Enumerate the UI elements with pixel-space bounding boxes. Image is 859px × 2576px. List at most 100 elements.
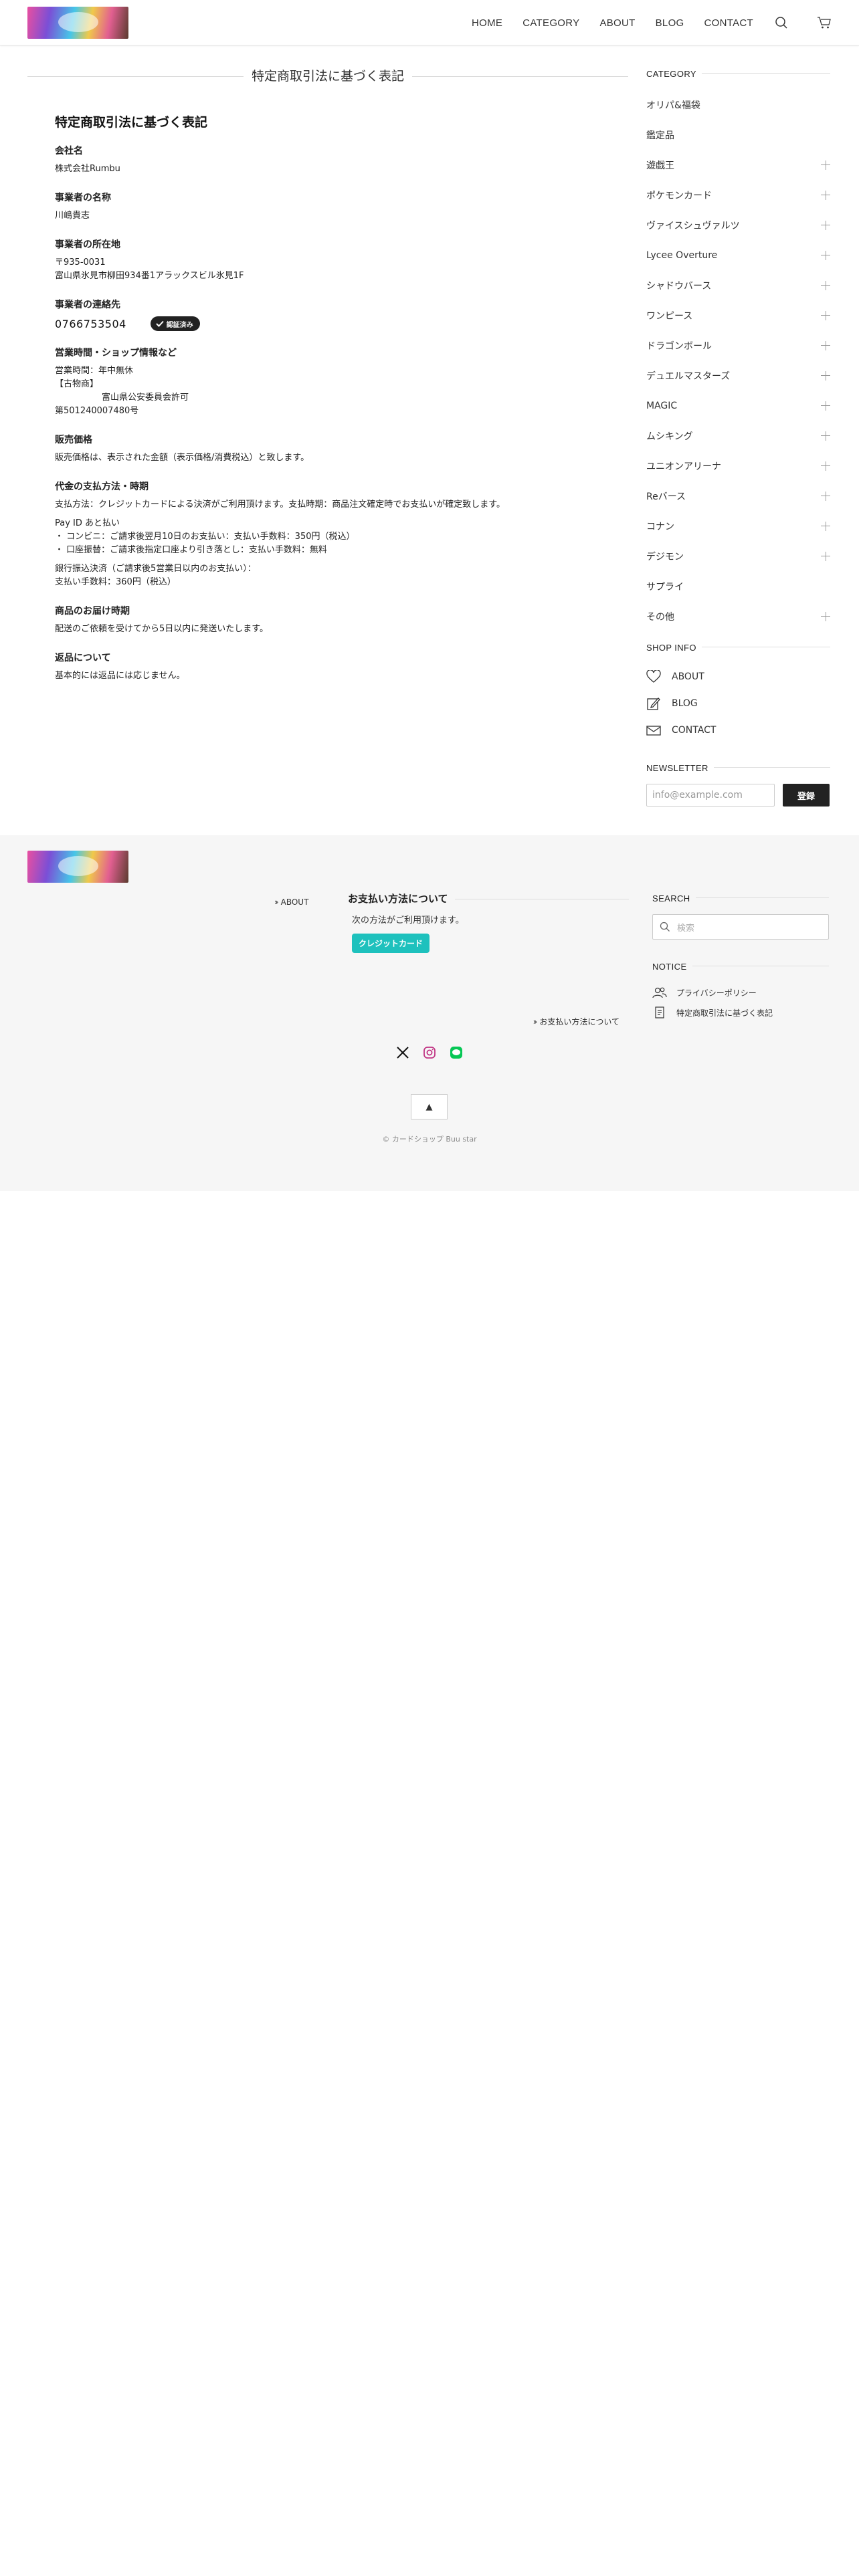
shopinfo-heading: SHOP INFO <box>646 641 830 654</box>
plus-icon[interactable] <box>821 190 830 200</box>
plus-icon[interactable] <box>821 160 830 170</box>
plus-icon[interactable] <box>821 431 830 441</box>
section-text: ・ コンビニ：ご請求後翌月10日のお支払い：支払い手数料：350円（税込） <box>55 532 355 542</box>
section-heading: 事業者の名称 <box>55 193 111 203</box>
payment-methods: お支払い方法について 次の方法がご利用頂けます。 クレジットカード ›› お支払… <box>348 891 629 1027</box>
notice-label: プライバシーポリシー <box>676 988 757 998</box>
notice-privacy[interactable]: プライバシーポリシー <box>652 982 829 1002</box>
category-label: ポケモンカード <box>646 190 712 201</box>
category-label: サプライ <box>646 581 684 593</box>
category-label: デジモン <box>646 551 684 562</box>
category-list: オリパ&福袋 鑑定品 遊戯王ポケモンカードヴァイスシュヴァルツ Lycee Overt… <box>646 90 830 631</box>
shopinfo-label: CONTACT <box>672 725 717 736</box>
plus-icon[interactable] <box>821 220 830 230</box>
plus-icon[interactable] <box>821 280 830 290</box>
users-icon <box>652 987 667 998</box>
cart-icon[interactable] <box>816 15 832 31</box>
plus-icon[interactable] <box>821 461 830 471</box>
category-label: MAGIC <box>646 400 678 411</box>
search-icon <box>660 922 670 932</box>
edit-icon <box>647 697 660 710</box>
phone-number[interactable]: 0766753504 <box>55 318 126 330</box>
nav-category[interactable]: CATEGORY <box>522 17 579 29</box>
category-item[interactable]: オリパ&福袋 <box>646 90 830 120</box>
section-text: 販売価格は、表示された金額（表示価格/消費税込）と致します。 <box>55 453 310 463</box>
plus-icon[interactable] <box>821 521 830 531</box>
plus-icon[interactable] <box>821 551 830 561</box>
category-item[interactable]: コナン <box>646 511 830 541</box>
verified-badge: 認証済み <box>150 316 200 331</box>
legal-content: 特定商取引法に基づく表記 会社名 株式会社Rumbu 事業者の名称 川嶋貴志 事… <box>55 112 603 697</box>
category-item[interactable]: ワンピース <box>646 300 830 330</box>
site-logo[interactable] <box>27 7 128 39</box>
heart-icon <box>646 670 661 683</box>
category-item[interactable]: デュエルマスターズ <box>646 360 830 391</box>
global-nav: HOME CATEGORY ABOUT BLOG CONTACT <box>472 0 859 45</box>
category-item[interactable]: シャドウバース <box>646 270 830 300</box>
section-contact: 事業者の連絡先 0766753504 認証済み <box>55 298 603 331</box>
category-item[interactable]: 鑑定品 <box>646 120 830 150</box>
newsletter-submit-button[interactable]: 登録 <box>783 784 830 807</box>
search-icon[interactable] <box>773 15 789 31</box>
nav-blog[interactable]: BLOG <box>656 17 684 29</box>
category-label: デュエルマスターズ <box>646 370 731 382</box>
verified-label: 認証済み <box>166 321 193 329</box>
instagram-icon[interactable] <box>421 1045 438 1061</box>
x-icon[interactable] <box>395 1045 411 1061</box>
section-text: 第501240007480号 <box>55 406 139 416</box>
payment-subtitle: 次の方法がご利用頂けます。 <box>352 916 464 926</box>
line-icon[interactable] <box>448 1045 464 1061</box>
sidebar: CATEGORY オリパ&福袋 鑑定品 遊戯王ポケモンカードヴァイスシュヴァルツ Ly… <box>646 67 830 807</box>
shopinfo-about[interactable]: ABOUT <box>646 663 830 690</box>
category-item[interactable]: ポケモンカード <box>646 180 830 210</box>
category-item[interactable]: その他 <box>646 601 830 631</box>
document-icon <box>655 1006 664 1018</box>
nav-contact[interactable]: CONTACT <box>704 17 753 29</box>
plus-icon[interactable] <box>821 340 830 350</box>
footer-about-label: ABOUT <box>280 897 309 907</box>
category-item[interactable]: デジモン <box>646 541 830 571</box>
nav-about[interactable]: ABOUT <box>599 17 635 29</box>
notice-tokushoho[interactable]: 特定商取引法に基づく表記 <box>652 1002 829 1023</box>
shopinfo-blog[interactable]: BLOG <box>646 690 830 717</box>
section-text: 【古物商】 <box>55 379 99 389</box>
newsletter-email-input[interactable]: info@example.com <box>646 784 775 807</box>
section-heading: 商品のお届け時期 <box>55 606 130 617</box>
plus-icon[interactable] <box>821 491 830 501</box>
plus-icon[interactable] <box>821 250 830 260</box>
site-footer: ›› ABOUT お支払い方法について 次の方法がご利用頂けます。 クレジットカ… <box>0 835 859 1191</box>
footer-logo[interactable] <box>27 851 128 883</box>
page-heading: 特定商取引法に基づく表記 <box>27 68 628 84</box>
category-item[interactable]: ユニオンアリーナ <box>646 451 830 481</box>
nav-home[interactable]: HOME <box>472 17 502 29</box>
notice-heading-label: NOTICE <box>652 962 692 972</box>
category-label: ワンピース <box>646 310 693 322</box>
plus-icon[interactable] <box>821 401 830 411</box>
plus-icon[interactable] <box>821 370 830 381</box>
shopinfo-contact[interactable]: CONTACT <box>646 717 830 744</box>
footer-search-input[interactable]: 検索 <box>652 914 829 940</box>
search-heading-label: SEARCH <box>652 893 696 903</box>
category-item[interactable]: サプライ <box>646 571 830 601</box>
category-item[interactable]: Lycee Overture <box>646 240 830 270</box>
copyright: © カードショップ Buu star <box>382 1135 477 1144</box>
category-heading: CATEGORY <box>646 67 830 80</box>
newsletter-heading: NEWSLETTER <box>646 761 830 774</box>
plus-icon[interactable] <box>821 611 830 621</box>
section-heading: 営業時間・ショップ情報など <box>55 348 177 358</box>
category-item[interactable]: 遊戯王 <box>646 150 830 180</box>
section-company: 会社名 株式会社Rumbu <box>55 144 603 176</box>
payment-info-link[interactable]: ›› お支払い方法について <box>533 1016 619 1027</box>
section-heading: 事業者の所在地 <box>55 239 120 250</box>
category-item[interactable]: ドラゴンボール <box>646 330 830 360</box>
category-item[interactable]: ヴァイスシュヴァルツ <box>646 210 830 240</box>
category-item[interactable]: MAGIC <box>646 391 830 421</box>
footer-about-link[interactable]: ›› ABOUT <box>274 897 308 907</box>
category-item[interactable]: Reバース <box>646 481 830 511</box>
category-label: シャドウバース <box>646 280 712 292</box>
page-top-button[interactable]: ▲ <box>411 1094 448 1119</box>
category-item[interactable]: ムシキング <box>646 421 830 451</box>
section-text: 銀行振込決済（ご請求後5営業日以内のお支払い）： <box>55 564 256 574</box>
plus-icon[interactable] <box>821 310 830 320</box>
section-text: 富山県公安委員会許可 <box>102 393 189 403</box>
